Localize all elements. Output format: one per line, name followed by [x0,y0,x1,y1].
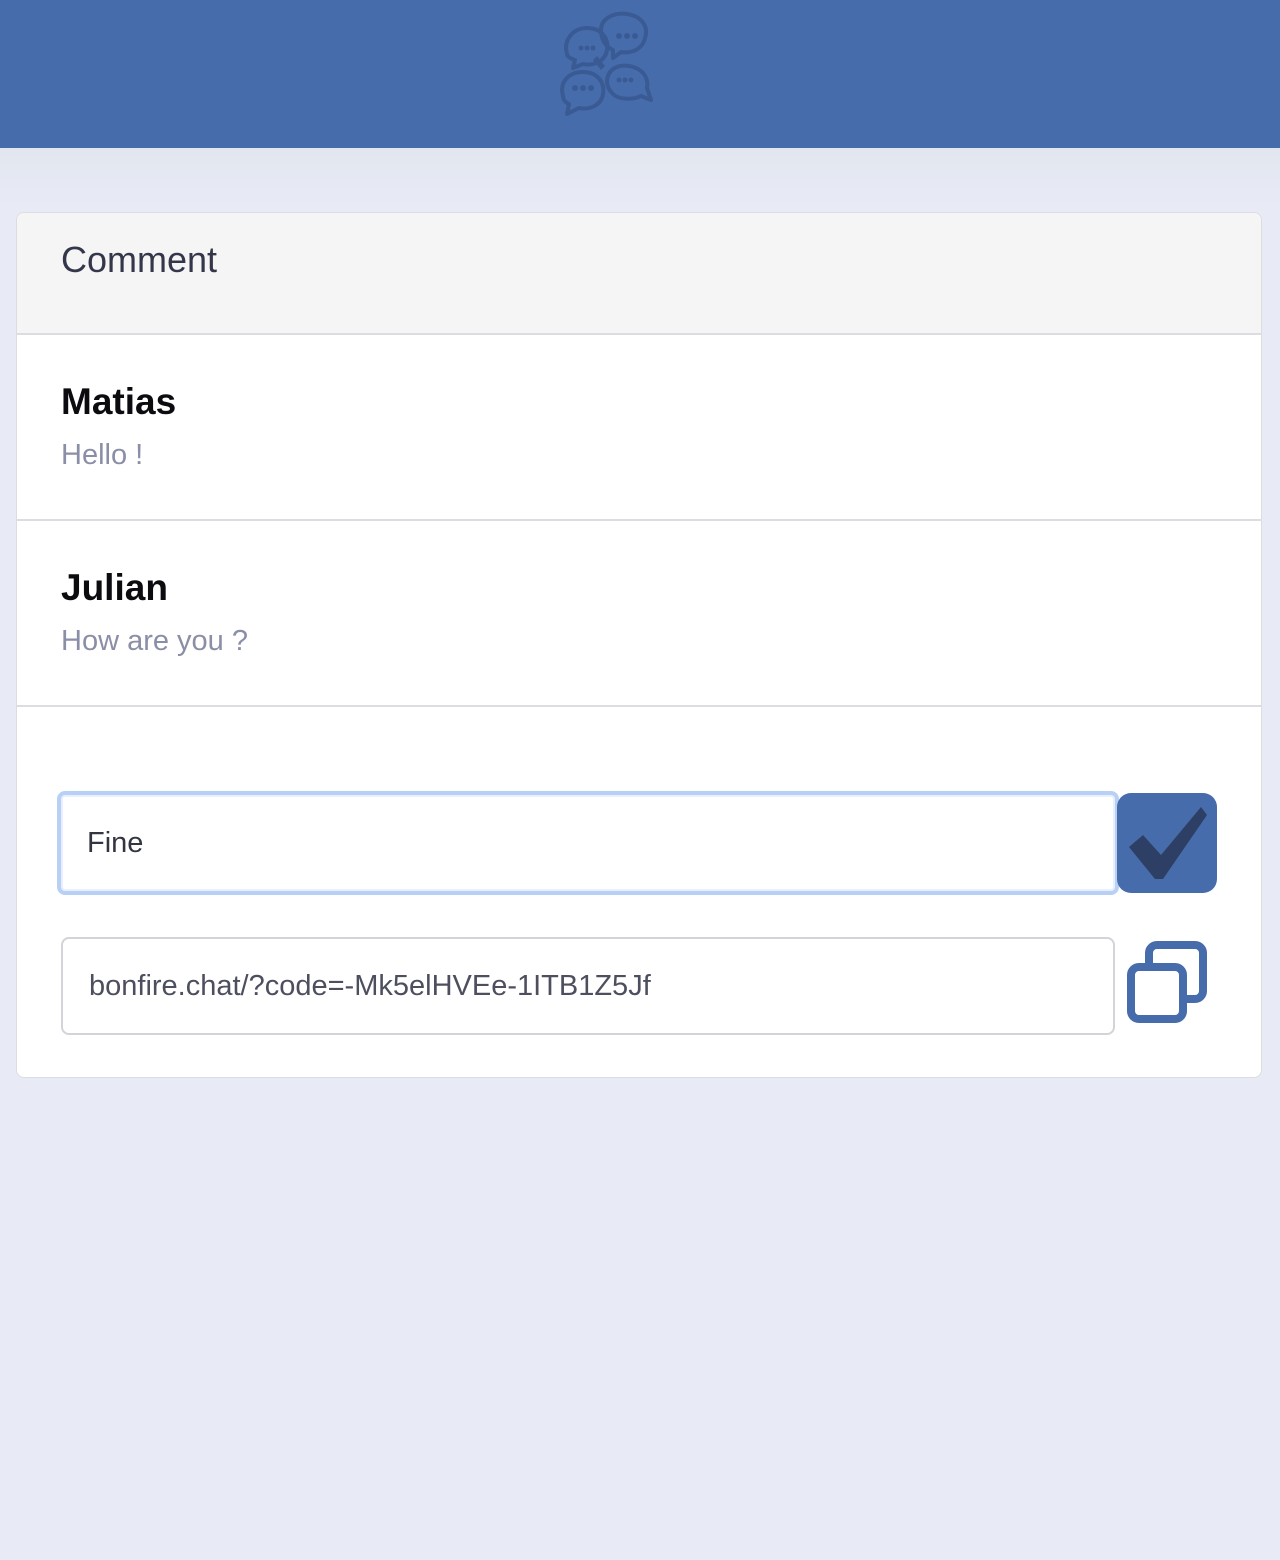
copy-link-button[interactable] [1125,941,1211,1027]
comment-item: Julian How are you ? [17,521,1261,707]
send-button[interactable] [1117,793,1217,893]
comment-text: Hello ! [61,439,144,471]
comment-input[interactable] [57,791,1119,895]
checkmark-icon [1129,807,1207,879]
panel-title: Comment [61,239,218,280]
comment-composer [57,791,1219,895]
app-header [0,0,1280,148]
chat-bubbles-icon [560,11,653,116]
comment-item: Matias Hello ! [17,335,1261,521]
copy-icon [1127,941,1207,1023]
header-shadow [0,148,1280,208]
comment-panel: Comment Matias Hello ! Julian How are yo… [16,212,1262,1078]
share-link-field[interactable] [61,937,1115,1035]
comment-author: Julian [61,567,168,608]
comment-text: How are you ? [61,625,248,657]
comment-author: Matias [61,381,177,422]
panel-header: Comment [17,213,1261,335]
share-link-row [57,937,1219,1041]
